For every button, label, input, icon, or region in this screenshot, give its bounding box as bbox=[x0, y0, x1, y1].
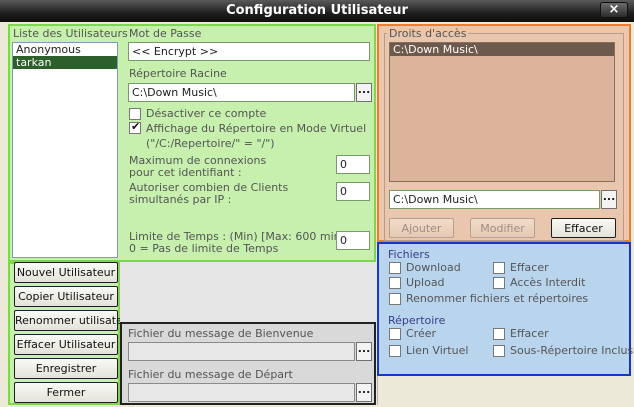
rename-label: Renommer fichiers et répertoires bbox=[406, 292, 589, 305]
access-path-browse-button[interactable]: ... bbox=[601, 190, 617, 209]
list-item[interactable]: Anonymous bbox=[13, 43, 117, 56]
new-user-button[interactable]: Nouvel Utilisateur bbox=[14, 262, 118, 283]
download-label: Download bbox=[406, 261, 461, 274]
delete-access-button[interactable]: Effacer bbox=[551, 218, 616, 238]
exit-message-field[interactable] bbox=[128, 383, 355, 402]
upload-label: Upload bbox=[406, 276, 445, 289]
delete-dir-checkbox[interactable] bbox=[493, 328, 505, 340]
virtual-link-label: Lien Virtuel bbox=[406, 344, 469, 357]
upload-checkbox[interactable] bbox=[389, 277, 401, 289]
window-title: Configuration Utilisateur bbox=[226, 3, 408, 18]
create-dir-checkbox[interactable] bbox=[389, 328, 401, 340]
virtual-mode-hint: ("/C:/Repertoire/" = "/") bbox=[146, 137, 275, 150]
root-dir-label: Répertoire Racine bbox=[129, 67, 227, 80]
delete-files-checkbox[interactable] bbox=[493, 262, 505, 274]
virtual-mode-label: Affichage du Répertoire en Mode Virtuel bbox=[146, 122, 367, 135]
password-label: Mot de Passe bbox=[129, 27, 202, 40]
create-dir-label: Créer bbox=[406, 327, 437, 340]
close-button[interactable]: Fermer bbox=[14, 382, 118, 403]
download-checkbox[interactable] bbox=[389, 262, 401, 274]
clients-per-ip-label-2: simultanés par IP : bbox=[129, 193, 232, 206]
max-connections-label-2: pour cet identifiant : bbox=[129, 166, 242, 179]
bottom-right-area bbox=[377, 376, 631, 405]
access-path-field[interactable]: C:\Down Music\ bbox=[389, 190, 600, 209]
title-bar: Configuration Utilisateur × bbox=[0, 0, 634, 22]
root-dir-browse-button[interactable]: ... bbox=[356, 83, 372, 102]
spacer-area bbox=[120, 262, 376, 322]
welcome-message-field[interactable] bbox=[128, 342, 355, 361]
delete-dir-label: Effacer bbox=[510, 327, 549, 340]
subdirs-label: Sous-Répertoire Inclus bbox=[510, 344, 634, 357]
list-item[interactable]: C:\Down Music\ bbox=[390, 43, 614, 56]
modify-access-button[interactable]: Modifier bbox=[470, 218, 535, 238]
time-limit-label-2: 0 = Pas de limite de Temps bbox=[129, 242, 279, 255]
root-dir-field[interactable]: C:\Down Music\ bbox=[128, 83, 355, 102]
virtual-mode-checkbox[interactable] bbox=[129, 120, 141, 134]
users-listbox[interactable]: Anonymous tarkan bbox=[12, 42, 118, 258]
delete-files-label: Effacer bbox=[510, 261, 549, 274]
access-dirs-listbox[interactable]: C:\Down Music\ bbox=[389, 42, 615, 182]
welcome-message-browse-button[interactable]: ... bbox=[356, 342, 372, 361]
list-item[interactable]: tarkan bbox=[13, 56, 117, 69]
user-config-window: Configuration Utilisateur × Liste des Ut… bbox=[0, 0, 634, 407]
forbidden-label: Accès Interdit bbox=[510, 276, 586, 289]
add-access-button[interactable]: Ajouter bbox=[389, 218, 454, 238]
forbidden-checkbox[interactable] bbox=[493, 277, 505, 289]
disable-account-checkbox[interactable] bbox=[129, 108, 141, 120]
dirs-section-title: Répertoire bbox=[388, 314, 446, 327]
rename-user-button[interactable]: Renommer utilisateur bbox=[14, 310, 134, 331]
time-limit-field[interactable]: 0 bbox=[336, 231, 370, 250]
virtual-link-checkbox[interactable] bbox=[389, 345, 401, 357]
close-icon[interactable]: × bbox=[600, 2, 628, 18]
disable-account-label: Désactiver ce compte bbox=[146, 107, 267, 120]
delete-user-button[interactable]: Effacer Utilisateur bbox=[14, 334, 118, 355]
files-section-title: Fichiers bbox=[388, 248, 430, 261]
clients-per-ip-field[interactable]: 0 bbox=[336, 182, 370, 201]
users-label: Liste des Utilisateurs bbox=[13, 27, 128, 40]
exit-message-label: Fichier du message de Départ bbox=[128, 368, 293, 381]
copy-user-button[interactable]: Copier Utilisateur bbox=[14, 286, 118, 307]
subdirs-checkbox[interactable] bbox=[493, 345, 505, 357]
welcome-message-label: Fichier du message de Bienvenue bbox=[128, 327, 314, 340]
save-button[interactable]: Enregistrer bbox=[14, 358, 118, 379]
rename-checkbox[interactable] bbox=[389, 293, 401, 305]
password-field[interactable]: << Encrypt >> bbox=[128, 42, 370, 61]
access-rights-title: Droits d'accès bbox=[387, 27, 469, 40]
max-connections-field[interactable]: 0 bbox=[336, 155, 370, 174]
exit-message-browse-button[interactable]: ... bbox=[356, 383, 372, 402]
